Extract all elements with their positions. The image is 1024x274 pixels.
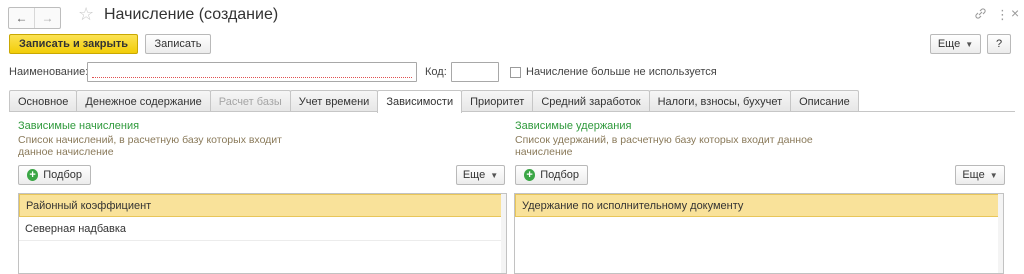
right-pick-button[interactable]: + Подбор [515, 165, 588, 185]
left-panel-description: Список начислений, в расчетную базу кото… [18, 134, 282, 158]
tab-average-earnings[interactable]: Средний заработок [532, 90, 650, 112]
right-more-label: Еще [962, 169, 985, 181]
arrow-left-icon: ← [15, 11, 28, 25]
close-icon[interactable]: × [1011, 5, 1019, 21]
chevron-down-icon: ▼ [989, 170, 998, 180]
left-pick-button[interactable]: + Подбор [18, 165, 91, 185]
right-pick-label: Подбор [540, 169, 579, 181]
arrow-right-icon: → [41, 11, 54, 25]
required-underline [92, 77, 412, 78]
page-title: Начисление (создание) [104, 6, 279, 23]
dependent-deductions-list[interactable]: Удержание по исполнительному документу [514, 193, 1004, 274]
tab-bar: Основное Денежное содержание Расчет базы… [9, 90, 859, 113]
left-more-label: Еще [462, 169, 486, 181]
list-item[interactable]: Северная надбавка [19, 217, 506, 241]
help-button[interactable]: ? [987, 34, 1011, 54]
more-vertical-icon[interactable]: ⋮ [996, 7, 1009, 23]
left-panel-title: Зависимые начисления [18, 120, 140, 132]
save-button[interactable]: Записать [145, 34, 211, 54]
back-button[interactable]: ← [9, 8, 34, 28]
plus-icon: + [524, 169, 536, 181]
code-label: Код: [425, 66, 447, 78]
list-item[interactable]: Удержание по исполнительному документу [515, 194, 1003, 217]
tab-description[interactable]: Описание [790, 90, 859, 112]
forward-button[interactable]: → [34, 8, 60, 28]
left-pick-label: Подбор [43, 169, 82, 181]
save-and-close-button[interactable]: Записать и закрыть [9, 34, 138, 54]
plus-icon: + [27, 169, 39, 181]
favorite-star-icon[interactable]: ☆ [78, 4, 94, 25]
nav-buttons: ← → [8, 7, 61, 29]
tab-monetary-content[interactable]: Денежное содержание [76, 90, 211, 112]
tab-divider [9, 111, 1015, 112]
name-input[interactable] [87, 62, 417, 82]
tab-main[interactable]: Основное [9, 90, 78, 112]
tab-dependencies[interactable]: Зависимости [377, 90, 463, 113]
right-panel-title: Зависимые удержания [515, 120, 632, 132]
unused-checkbox[interactable] [510, 67, 521, 78]
right-panel-description: Список удержаний, в расчетную базу котор… [515, 134, 813, 158]
tab-taxes-accounting[interactable]: Налоги, взносы, бухучет [648, 90, 792, 112]
chevron-down-icon: ▼ [490, 170, 499, 180]
more-button[interactable]: Еще ▼ [930, 34, 981, 54]
chevron-down-icon: ▼ [965, 39, 974, 49]
code-input[interactable] [451, 62, 499, 82]
list-item[interactable]: Районный коэффициент [19, 194, 506, 217]
tab-priority[interactable]: Приоритет [461, 90, 534, 112]
more-label: Еще [937, 38, 961, 50]
list-scrollbar[interactable] [998, 194, 1003, 273]
unused-label[interactable]: Начисление больше не используется [526, 66, 717, 78]
left-more-button[interactable]: Еще ▼ [456, 165, 505, 185]
link-icon[interactable] [974, 7, 987, 23]
right-more-button[interactable]: Еще ▼ [955, 165, 1005, 185]
dependent-accruals-list[interactable]: Районный коэффициент Северная надбавка [18, 193, 507, 274]
tab-base-calculation: Расчет базы [209, 90, 291, 112]
name-label: Наименование: [9, 66, 89, 78]
list-scrollbar[interactable] [501, 194, 506, 273]
tab-time-tracking[interactable]: Учет времени [289, 90, 379, 112]
